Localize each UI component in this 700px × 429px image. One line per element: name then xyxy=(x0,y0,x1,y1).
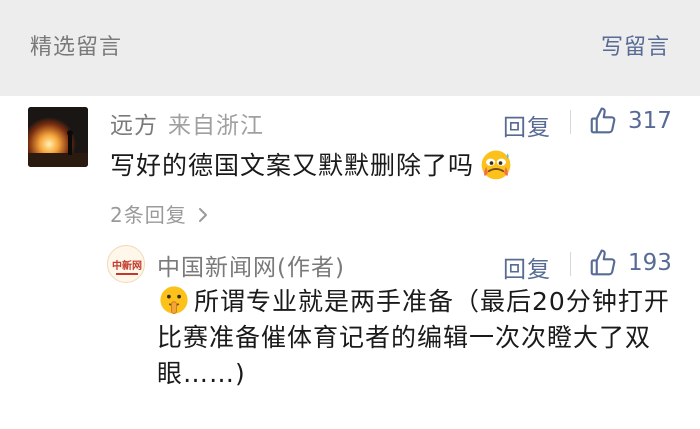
avatar-photo xyxy=(28,107,88,167)
thumbs-up-icon xyxy=(590,249,616,276)
reply-like-count: 193 xyxy=(628,250,672,276)
avatar[interactable] xyxy=(28,107,88,167)
comment-location: 来自浙江 xyxy=(168,113,264,139)
shushing-face-emoji-icon xyxy=(160,286,188,315)
comment-like-count: 317 xyxy=(628,108,672,134)
comment-author-line: 远方 来自浙江 xyxy=(110,106,264,140)
comment-text: 写好的德国文案又默默删除了吗 xyxy=(110,151,475,180)
sweating-face-emoji-icon xyxy=(481,150,511,180)
reply-text-block: 所谓专业就是两手准备（最后20分钟打开比赛准备催体育记者的编辑一次次瞪大了双眼…… xyxy=(157,283,677,392)
comment-author[interactable]: 远方 xyxy=(110,113,158,139)
replies-count-label: 2条回复 xyxy=(110,203,187,227)
comment-reply-button[interactable]: 回复 xyxy=(503,108,551,142)
comment-text-line: 写好的德国文案又默默删除了吗 xyxy=(110,146,514,182)
thumbs-up-icon xyxy=(590,107,616,134)
comments-header: 精选留言 写留言 xyxy=(0,0,700,96)
divider xyxy=(570,110,571,134)
section-title: 精选留言 xyxy=(30,35,123,60)
divider xyxy=(570,252,571,276)
author-avatar[interactable]: 中新网 xyxy=(107,245,145,283)
chinanews-logo: 中新网 xyxy=(112,259,142,275)
logo-text: 中新网 xyxy=(112,259,142,272)
write-comment-button[interactable]: 写留言 xyxy=(601,29,670,61)
reply-reply-button[interactable]: 回复 xyxy=(503,250,551,284)
chevron-right-icon xyxy=(199,208,208,222)
comment-like-button[interactable]: 317 xyxy=(588,106,672,136)
reply-like-button[interactable]: 193 xyxy=(588,248,672,278)
view-replies-toggle[interactable]: 2条回复 xyxy=(110,199,210,228)
reply-author[interactable]: 中国新闻网(作者) xyxy=(157,248,345,282)
reply-text: 所谓专业就是两手准备（最后20分钟打开比赛准备催体育记者的编辑一次次瞪大了双眼…… xyxy=(157,287,670,388)
